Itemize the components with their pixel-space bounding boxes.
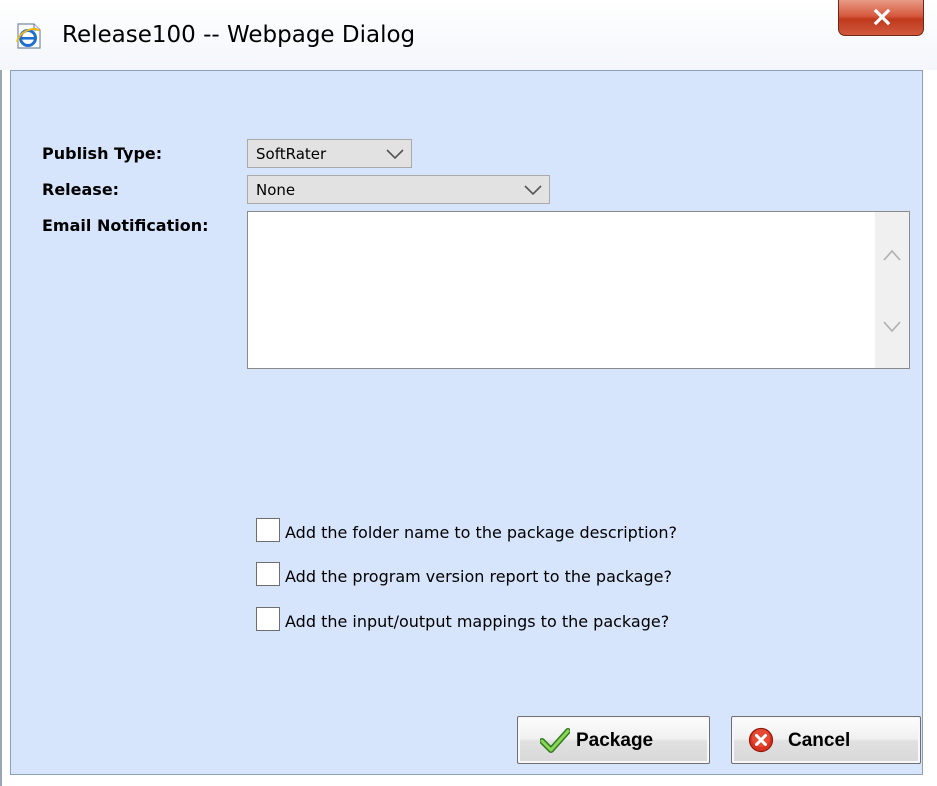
textarea-scrollbar[interactable]: [875, 212, 909, 368]
email-notification-label: Email Notification:: [42, 216, 209, 235]
title-bar[interactable]: Release100 -- Webpage Dialog: [0, 0, 937, 70]
window-title: Release100 -- Webpage Dialog: [62, 22, 416, 48]
checkbox[interactable]: [256, 562, 280, 586]
internet-explorer-icon: [14, 22, 42, 50]
publish-type-label: Publish Type:: [42, 144, 163, 163]
chevron-down-icon: [524, 185, 542, 196]
release-label: Release:: [42, 180, 120, 199]
cancel-button-label: Cancel: [788, 730, 851, 751]
red-x-circle-icon: [748, 727, 774, 753]
green-checkmark-icon: [540, 728, 570, 753]
chevron-down-icon[interactable]: [882, 320, 902, 334]
checkbox[interactable]: [256, 607, 280, 631]
package-button[interactable]: Package: [517, 716, 710, 764]
close-x-icon: [873, 8, 891, 26]
checkbox-label: Add the folder name to the package descr…: [285, 523, 677, 542]
chevron-up-icon[interactable]: [882, 248, 902, 262]
release-value: None: [256, 181, 296, 199]
window-frame-edge: [0, 70, 10, 786]
release-select[interactable]: None: [247, 175, 550, 204]
checkbox-label: Add the input/output mappings to the pac…: [285, 612, 670, 631]
package-button-label: Package: [576, 730, 654, 751]
close-button[interactable]: [838, 0, 924, 36]
publish-type-select[interactable]: SoftRater: [247, 139, 412, 168]
webpage-dialog-window: Release100 -- Webpage Dialog Publish Typ…: [0, 0, 937, 786]
checkbox-label: Add the program version report to the pa…: [285, 567, 672, 586]
chevron-down-icon: [386, 149, 404, 160]
publish-type-value: SoftRater: [256, 145, 327, 163]
checkbox[interactable]: [256, 518, 280, 542]
cancel-button[interactable]: Cancel: [731, 716, 921, 764]
email-notification-textarea[interactable]: [247, 211, 910, 369]
